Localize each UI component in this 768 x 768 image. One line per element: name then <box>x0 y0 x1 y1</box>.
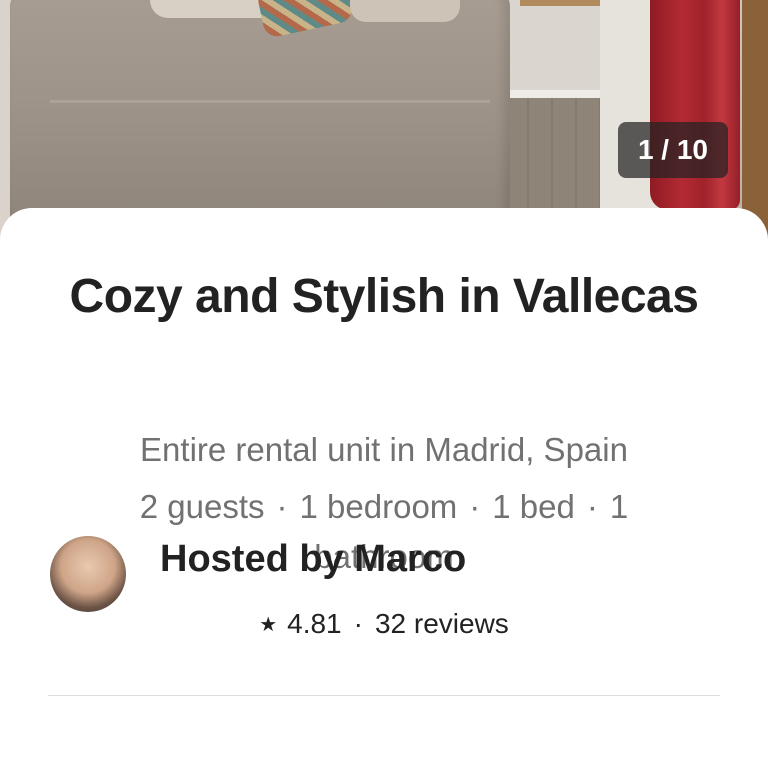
rating-separator: · <box>353 608 363 639</box>
details-separator: · <box>276 488 288 525</box>
star-icon: ★ <box>259 613 278 636</box>
photo-bed <box>10 0 510 220</box>
photo-curtain <box>650 0 740 210</box>
photo-pillow <box>350 0 460 22</box>
photo-shelf <box>520 0 610 6</box>
listing-title: Cozy and Stylish in Vallecas <box>69 270 699 323</box>
details-separator: · <box>469 488 481 525</box>
rating-score: 4.81 <box>287 608 342 639</box>
host-avatar[interactable] <box>50 536 126 612</box>
reviews-link[interactable]: 32 reviews <box>375 608 509 640</box>
photo-counter: 1 / 10 <box>617 122 728 178</box>
rating-row: ★ 4.81 · 32 reviews <box>0 608 768 640</box>
photo-baseboard <box>505 90 615 98</box>
details-separator: · <box>586 488 598 525</box>
guests-count: 2 guests <box>139 488 265 525</box>
bedrooms-count: 1 bedroom <box>299 488 458 525</box>
photo-bed-fold <box>50 100 490 103</box>
photo-wall-back <box>500 0 610 100</box>
section-divider <box>48 695 720 696</box>
listing-subtitle: Entire rental unit in Madrid, Spain <box>140 431 628 468</box>
listing-details-sheet: Cozy and Stylish in Vallecas Entire rent… <box>0 208 768 768</box>
host-name: Hosted by Marco <box>160 538 467 580</box>
beds-count: 1 bed <box>492 488 575 525</box>
